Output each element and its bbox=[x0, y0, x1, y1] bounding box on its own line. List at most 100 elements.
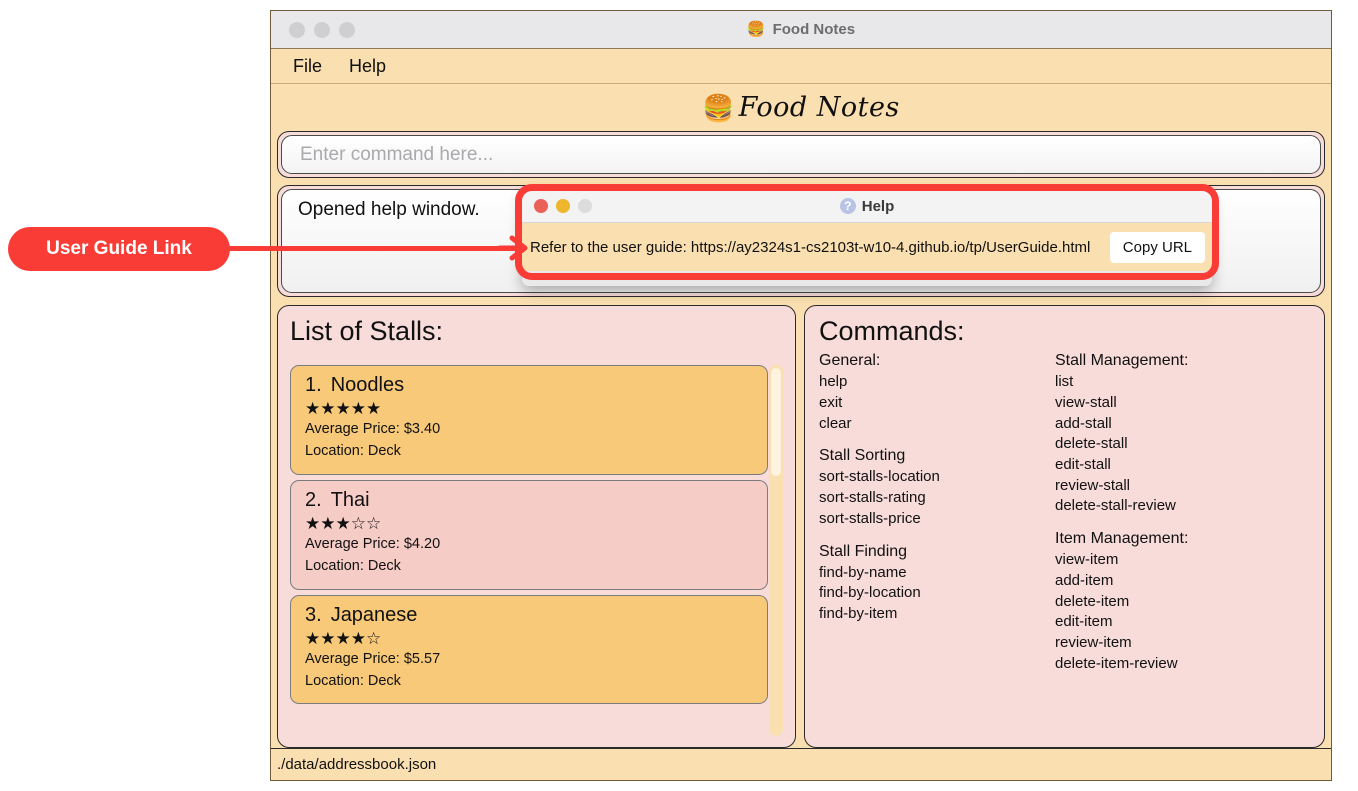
window-titlebar: 🍔 Food Notes bbox=[271, 11, 1331, 49]
command-group-heading: Stall Sorting bbox=[819, 447, 906, 465]
app-logo: 🍔 Food Notes bbox=[271, 84, 1331, 131]
commands-left-column: General: help exit clear Stall Sorting s… bbox=[819, 349, 1055, 684]
command-group-heading: Stall Finding bbox=[819, 542, 908, 560]
list-item[interactable]: 3. Japanese ★★★★☆ Average Price: $5.57 Lo… bbox=[290, 594, 768, 705]
command-entry: delete-item-review bbox=[1055, 654, 1178, 672]
stall-location: Location: Deck bbox=[305, 672, 401, 689]
help-title-group: ? Help bbox=[522, 190, 1212, 222]
annotation-arrow-icon bbox=[498, 235, 528, 261]
stall-price: Average Price: $5.57 bbox=[305, 650, 441, 667]
annotation-label: User Guide Link bbox=[46, 238, 192, 259]
help-minimize-button[interactable] bbox=[556, 199, 570, 213]
help-traffic-lights bbox=[534, 199, 592, 213]
command-entry: delete-stall-review bbox=[1055, 497, 1176, 515]
commands-panel-title: Commands: bbox=[819, 316, 965, 346]
copy-url-button[interactable]: Copy URL bbox=[1109, 231, 1205, 263]
minimize-button[interactable] bbox=[314, 21, 330, 38]
command-entry: help bbox=[819, 373, 848, 391]
command-entry: view-stall bbox=[1055, 393, 1117, 411]
hamburger-icon: 🍔 bbox=[702, 92, 735, 123]
list-item[interactable]: 1. Noodles ★★★★★ Average Price: $3.40 Loc… bbox=[290, 365, 768, 475]
command-entry: view-item bbox=[1055, 551, 1119, 569]
help-close-button[interactable] bbox=[534, 199, 548, 213]
maximize-button[interactable] bbox=[339, 21, 355, 38]
command-entry: add-item bbox=[1055, 571, 1114, 589]
command-entry: edit-stall bbox=[1055, 455, 1111, 473]
command-entry: add-stall bbox=[1055, 414, 1112, 432]
commands-right-column: Stall Management: list view-stall add-st… bbox=[1055, 349, 1291, 684]
stalls-panel-title: List of Stalls: bbox=[290, 316, 444, 346]
status-bar-path: ./data/addressbook.json bbox=[277, 756, 437, 773]
command-entry: sort-stalls-price bbox=[819, 509, 921, 527]
user-guide-url[interactable]: Refer to the user guide: https://ay2324s… bbox=[530, 239, 1103, 256]
stalls-panel: List of Stalls: 1. Noodles ★★★★★ Average … bbox=[277, 305, 796, 748]
hamburger-icon: 🍔 bbox=[746, 21, 766, 38]
window-title: Food Notes bbox=[772, 21, 856, 38]
command-entry: delete-stall bbox=[1055, 435, 1128, 453]
help-body: Refer to the user guide: https://ay2324s… bbox=[522, 223, 1212, 271]
command-entry: find-by-name bbox=[819, 563, 907, 581]
app-logo-text: Food Notes bbox=[738, 92, 900, 123]
help-window-title: Help bbox=[861, 197, 895, 215]
stalls-scroll-area: 1. Noodles ★★★★★ Average Price: $3.40 Loc… bbox=[290, 365, 783, 736]
screenshot-root: 🍔 Food Notes File Help 🍔 Food Notes Open… bbox=[0, 0, 1358, 791]
list-item[interactable]: 2. Thai ★★★☆☆ Average Price: $4.20 Locati… bbox=[290, 479, 768, 590]
command-group-heading: Stall Management: bbox=[1055, 352, 1189, 369]
stall-name-row: 2. Thai bbox=[305, 489, 753, 512]
stall-name: Noodles bbox=[330, 374, 405, 396]
command-group: Item Management: view-item add-item dele… bbox=[1055, 527, 1291, 674]
command-group: Stall Sorting sort-stalls-location sort-… bbox=[819, 444, 1055, 529]
window-title-group: 🍔 Food Notes bbox=[271, 11, 1331, 48]
content-panels: List of Stalls: 1. Noodles ★★★★★ Average … bbox=[277, 305, 1325, 748]
stall-price: Average Price: $3.40 bbox=[305, 421, 441, 438]
menu-bar: File Help bbox=[271, 49, 1331, 84]
question-mark-icon: ? bbox=[839, 198, 856, 214]
command-entry: sort-stalls-location bbox=[819, 468, 940, 486]
command-group-heading: General: bbox=[819, 352, 881, 369]
command-entry: review-stall bbox=[1055, 476, 1131, 494]
rating-stars: ★★★★★ bbox=[305, 399, 382, 418]
command-entry: find-by-item bbox=[819, 605, 898, 623]
help-titlebar: ? Help bbox=[522, 190, 1212, 223]
command-entry: list bbox=[1055, 373, 1074, 391]
app-window: 🍔 Food Notes File Help 🍔 Food Notes Open… bbox=[270, 10, 1332, 781]
help-maximize-button[interactable] bbox=[578, 199, 592, 213]
command-input[interactable] bbox=[281, 135, 1321, 174]
command-entry: edit-item bbox=[1055, 613, 1113, 631]
stall-location: Location: Deck bbox=[305, 557, 401, 574]
annotation-callout: User Guide Link bbox=[8, 227, 230, 271]
annotation-line bbox=[228, 246, 518, 251]
command-entry: review-item bbox=[1055, 633, 1132, 651]
command-entry: find-by-location bbox=[819, 584, 921, 602]
stall-name: Thai bbox=[330, 488, 370, 511]
stall-index: 2. bbox=[305, 488, 322, 511]
menu-item-file[interactable]: File bbox=[293, 56, 322, 77]
stall-index: 1. bbox=[305, 374, 322, 396]
status-bar: ./data/addressbook.json bbox=[271, 748, 1331, 780]
command-input-wrapper bbox=[277, 131, 1325, 178]
stall-index: 3. bbox=[305, 603, 322, 626]
commands-panel: Commands: General: help exit clear Stall… bbox=[804, 305, 1325, 748]
rating-stars: ★★★★☆ bbox=[305, 628, 382, 648]
command-entry: delete-item bbox=[1055, 592, 1130, 610]
command-entry: exit bbox=[819, 393, 843, 411]
help-window-footer bbox=[522, 271, 1212, 286]
command-entry: sort-stalls-rating bbox=[819, 489, 926, 507]
stalls-scrollbar-thumb[interactable] bbox=[771, 368, 781, 476]
command-entry: clear bbox=[819, 414, 852, 432]
stall-name-row: 1. Noodles bbox=[305, 374, 753, 397]
stall-name: Japanese bbox=[330, 603, 418, 626]
command-group: Stall Management: list view-stall add-st… bbox=[1055, 349, 1291, 517]
commands-columns: General: help exit clear Stall Sorting s… bbox=[819, 349, 1310, 684]
menu-item-help[interactable]: Help bbox=[349, 56, 386, 77]
command-group-heading: Item Management: bbox=[1055, 530, 1189, 547]
rating-stars: ★★★☆☆ bbox=[305, 513, 382, 533]
command-group: General: help exit clear bbox=[819, 349, 1055, 434]
traffic-lights bbox=[289, 21, 355, 38]
close-button[interactable] bbox=[289, 21, 305, 38]
stall-price: Average Price: $4.20 bbox=[305, 536, 441, 552]
stall-name-row: 3. Japanese bbox=[305, 604, 753, 627]
command-group: Stall Finding find-by-name find-by-locat… bbox=[819, 540, 1055, 625]
stalls-scrollbar[interactable] bbox=[769, 365, 783, 736]
help-window: ? Help Refer to the user guide: https://… bbox=[522, 190, 1212, 286]
